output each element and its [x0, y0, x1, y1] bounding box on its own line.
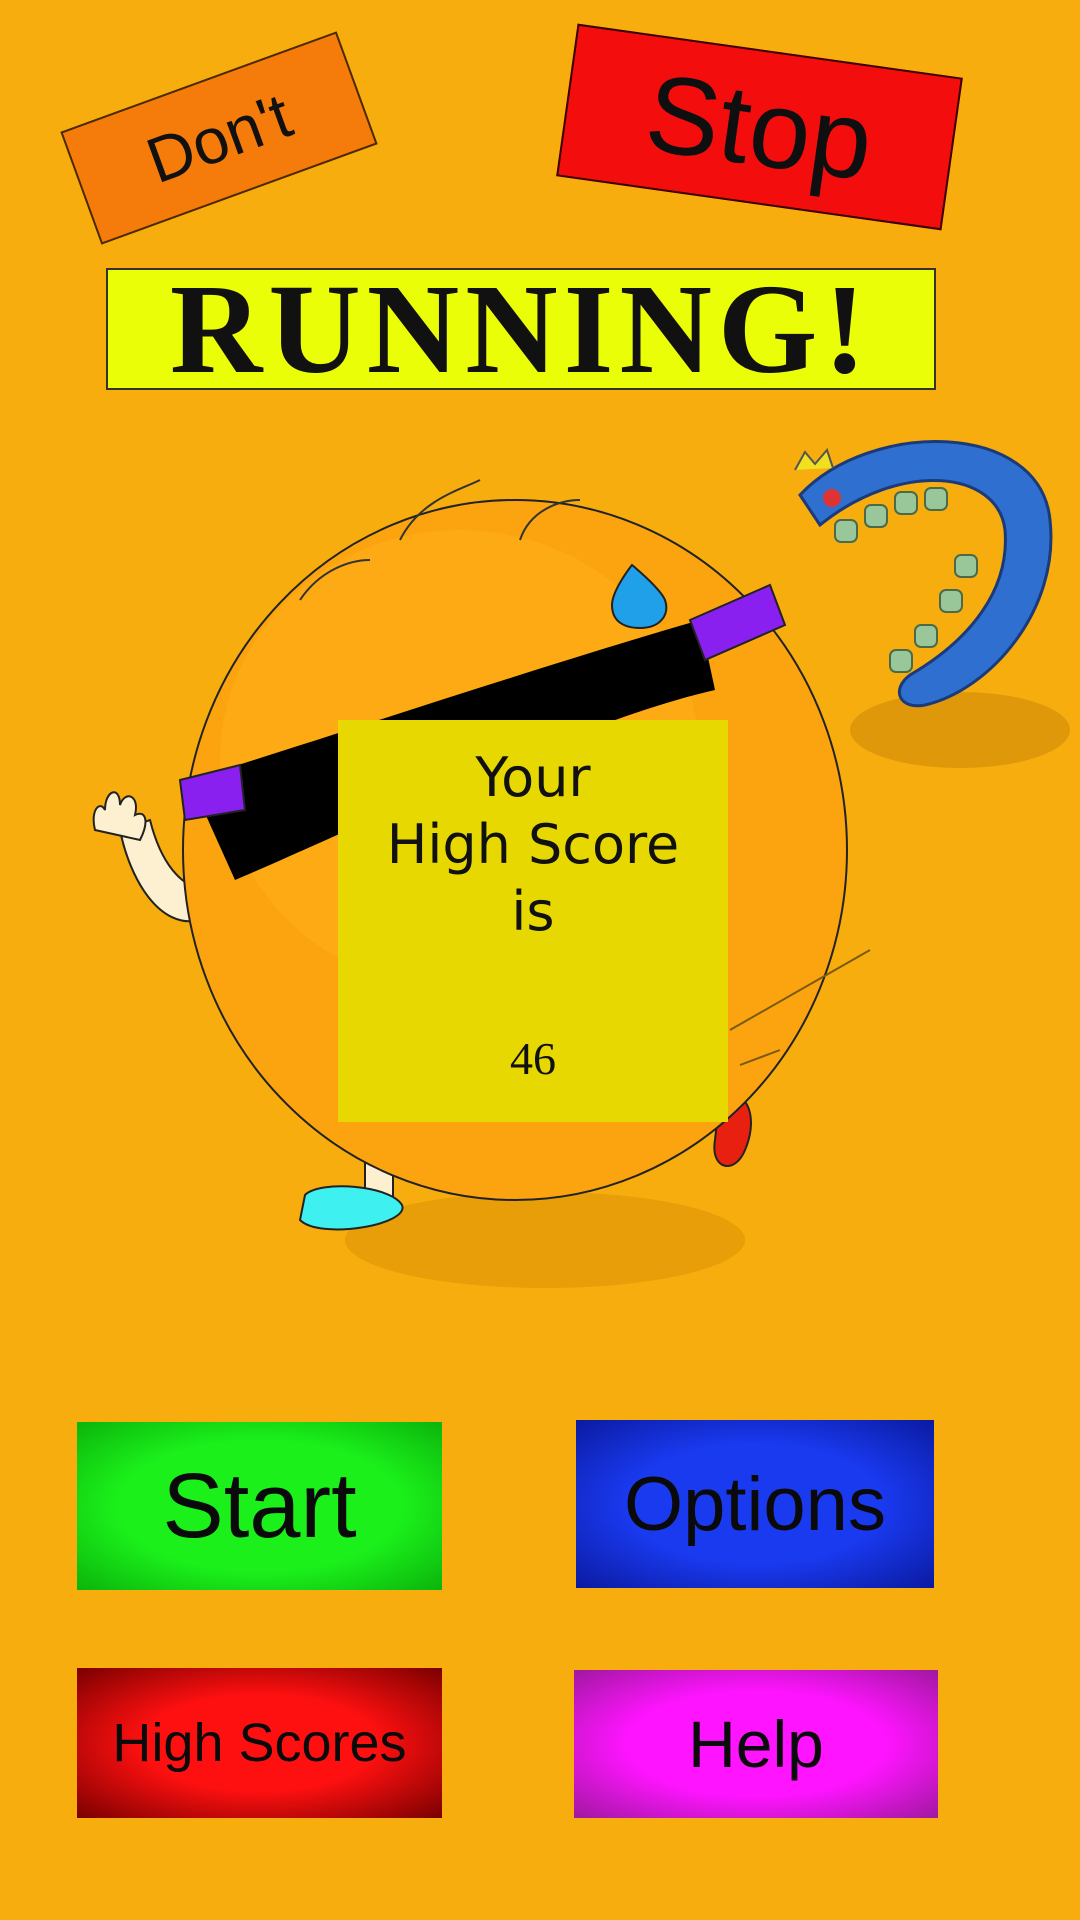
options-button-label: Options: [624, 1461, 886, 1547]
start-button[interactable]: Start: [77, 1422, 442, 1590]
title-running-banner: RUNNING!: [106, 258, 936, 400]
blue-serpent-monster-icon: [794, 440, 1053, 708]
title-stop-sign: Stop: [556, 23, 963, 231]
high-score-card: Your High Score is 46: [338, 720, 728, 1122]
high-score-heading-line3: is: [511, 880, 555, 943]
high-score-value: 46: [510, 1033, 556, 1084]
high-scores-button[interactable]: High Scores: [77, 1668, 442, 1818]
title-dont-text: Don't: [137, 78, 301, 198]
title-running-text: RUNNING!: [169, 258, 873, 400]
high-score-heading-line1: Your: [475, 746, 591, 809]
help-button-label: Help: [688, 1707, 824, 1781]
title-dont-sign: Don't: [60, 31, 378, 245]
title-stop-text: Stop: [638, 50, 881, 204]
help-button[interactable]: Help: [574, 1670, 938, 1818]
high-score-heading: Your High Score is: [338, 744, 728, 945]
start-button-label: Start: [162, 1454, 357, 1557]
high-score-heading-line2: High Score: [386, 813, 680, 876]
options-button[interactable]: Options: [576, 1420, 934, 1588]
high-scores-button-label: High Scores: [112, 1713, 407, 1773]
